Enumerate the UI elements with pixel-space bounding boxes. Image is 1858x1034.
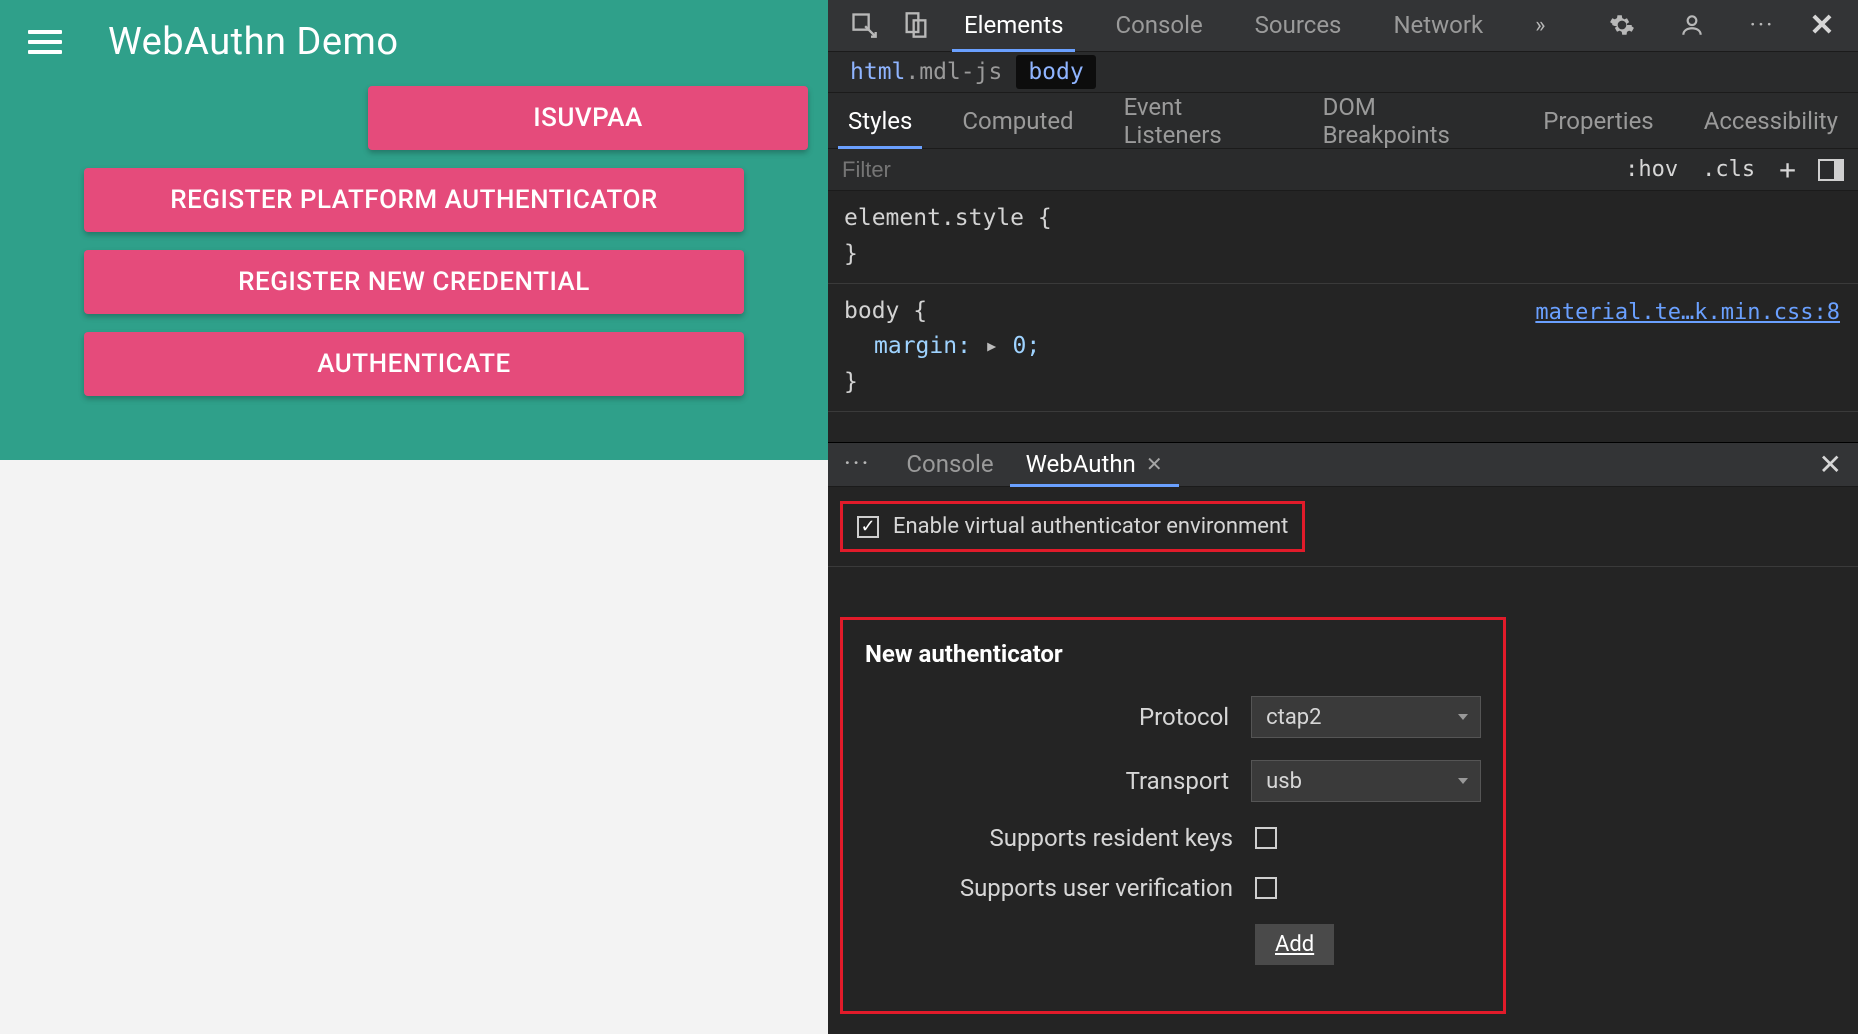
protocol-label: Protocol (865, 703, 1229, 731)
brace-close: } (844, 365, 1842, 401)
devtools-toolbar: Elements Console Sources Network » ··· ✕ (828, 0, 1858, 52)
add-style-rule-icon[interactable]: + (1767, 149, 1808, 190)
drawer-tabs: ··· Console WebAuthn ✕ ✕ (828, 442, 1858, 487)
devtools-panel: Elements Console Sources Network » ··· ✕… (828, 0, 1858, 1034)
close-tab-icon[interactable]: ✕ (1146, 452, 1163, 476)
resident-keys-checkbox[interactable] (1255, 827, 1277, 849)
element-style-selector: element.style { (844, 201, 1842, 237)
styles-filter-row: :hov .cls + (828, 149, 1858, 191)
user-verification-checkbox[interactable] (1255, 877, 1277, 899)
enable-virtual-authenticator-checkbox[interactable] (857, 516, 879, 538)
transport-value: usb (1266, 769, 1302, 794)
resident-keys-label: Supports resident keys (865, 824, 1233, 852)
elements-breadcrumb: html.mdl-js body (828, 52, 1858, 94)
protocol-value: ctap2 (1266, 705, 1321, 730)
webauthn-panel: Enable virtual authenticator environment… (828, 487, 1858, 1034)
transport-label: Transport (865, 767, 1229, 795)
highlight-enable-checkbox: Enable virtual authenticator environment (840, 501, 1305, 552)
new-authenticator-title: New authenticator (865, 640, 1481, 668)
subtab-computed[interactable]: Computed (952, 93, 1083, 148)
breadcrumb-html[interactable]: html.mdl-js (850, 59, 1002, 85)
user-verification-label: Supports user verification (865, 874, 1233, 902)
drawer-menu-icon[interactable]: ··· (844, 449, 870, 479)
element-style-block[interactable]: element.style { } (828, 191, 1858, 283)
drawer-tab-webauthn[interactable]: WebAuthn ✕ (1010, 443, 1179, 486)
drawer-tab-webauthn-label: WebAuthn (1026, 450, 1136, 478)
css-source-link[interactable]: material.te…k.min.css:8 (1535, 296, 1840, 330)
margin-property[interactable]: margin: ▸ 0; (874, 329, 1842, 365)
styles-subtabs: Styles Computed Event Listeners DOM Brea… (828, 93, 1858, 149)
device-toolbar-icon[interactable] (898, 7, 934, 43)
settings-gear-icon[interactable] (1604, 7, 1640, 43)
enable-virtual-authenticator-row: Enable virtual authenticator environment (828, 487, 1858, 567)
register-new-credential-button[interactable]: REGISTER NEW CREDENTIAL (84, 250, 744, 314)
menu-icon[interactable] (28, 22, 68, 62)
cls-toggle[interactable]: .cls (1690, 153, 1767, 186)
hov-toggle[interactable]: :hov (1613, 153, 1690, 186)
account-icon[interactable] (1674, 7, 1710, 43)
styles-filter-input[interactable] (842, 157, 1613, 183)
enable-virtual-authenticator-label: Enable virtual authenticator environment (893, 514, 1288, 539)
brace-close: } (844, 237, 1842, 273)
isuvpaa-button[interactable]: ISUVPAA (368, 86, 808, 150)
inspect-element-icon[interactable] (846, 7, 882, 43)
register-platform-authenticator-button[interactable]: REGISTER PLATFORM AUTHENTICATOR (84, 168, 744, 232)
subtab-event-listeners[interactable]: Event Listeners (1114, 93, 1283, 148)
transport-select[interactable]: usb (1251, 760, 1481, 802)
new-authenticator-section: New authenticator Protocol ctap2 Transpo… (828, 567, 1858, 1034)
devtools-toolbar-right: ··· ✕ (1596, 7, 1848, 43)
subtab-properties[interactable]: Properties (1533, 93, 1663, 148)
more-tabs-icon[interactable]: » (1523, 0, 1557, 51)
add-authenticator-button[interactable]: Add (1255, 924, 1334, 965)
breadcrumb-body[interactable]: body (1016, 55, 1095, 89)
expand-arrow-icon[interactable]: ▸ (985, 333, 999, 359)
drawer-close-icon[interactable]: ✕ (1819, 448, 1842, 481)
app-title: WebAuthn Demo (108, 20, 399, 64)
subtab-dom-breakpoints[interactable]: DOM Breakpoints (1313, 93, 1504, 148)
subtab-accessibility[interactable]: Accessibility (1694, 93, 1848, 148)
app-header: WebAuthn Demo ISUVPAA REGISTER PLATFORM … (0, 0, 828, 460)
app-bar: WebAuthn Demo (0, 0, 828, 82)
app-viewport: WebAuthn Demo ISUVPAA REGISTER PLATFORM … (0, 0, 828, 1034)
protocol-select[interactable]: ctap2 (1251, 696, 1481, 738)
highlight-new-authenticator: New authenticator Protocol ctap2 Transpo… (840, 617, 1506, 1014)
authenticate-button[interactable]: AUTHENTICATE (84, 332, 744, 396)
tab-elements[interactable]: Elements (952, 0, 1075, 51)
tab-sources[interactable]: Sources (1243, 0, 1354, 51)
drawer-tab-console[interactable]: Console (890, 443, 1009, 486)
devtools-tabs: Elements Console Sources Network » (952, 0, 1557, 51)
kebab-menu-icon[interactable]: ··· (1744, 7, 1780, 43)
devtools-close-icon[interactable]: ✕ (1806, 8, 1838, 43)
layout-panel-toggle-icon[interactable] (1818, 159, 1844, 181)
button-column: ISUVPAA REGISTER PLATFORM AUTHENTICATOR … (0, 82, 828, 396)
body-style-block[interactable]: material.te…k.min.css:8 body { margin: ▸… (828, 284, 1858, 412)
tab-network[interactable]: Network (1381, 0, 1495, 51)
tab-console[interactable]: Console (1103, 0, 1214, 51)
subtab-styles[interactable]: Styles (838, 93, 922, 148)
